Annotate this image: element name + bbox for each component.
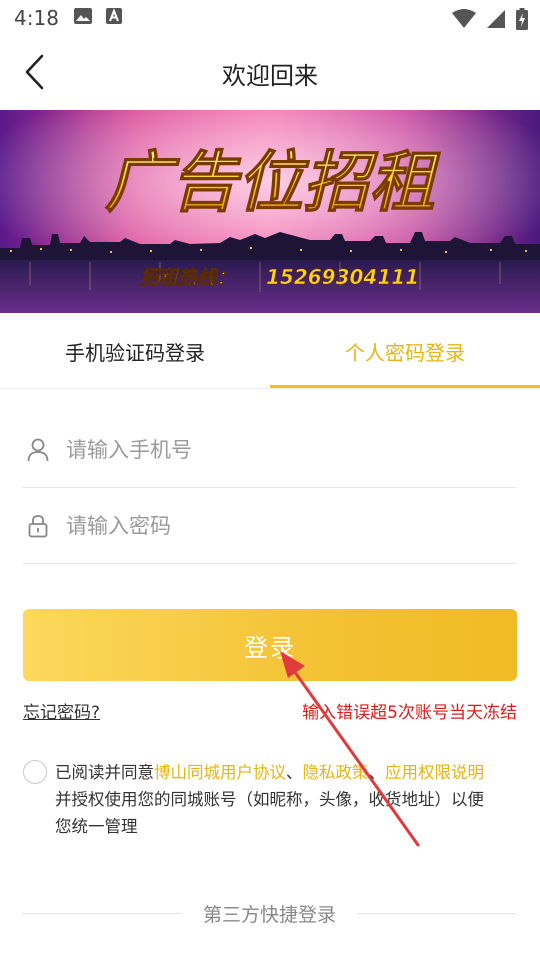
tab-sms-login[interactable]: 手机验证码登录 (0, 313, 270, 389)
lock-icon (24, 512, 52, 540)
phone-field (22, 412, 517, 488)
status-right (452, 8, 528, 34)
battery-charging-icon (516, 8, 528, 34)
agreement-text: 已阅读并同意博山同城用户协议、隐私政策、应用权限说明并授权使用您的同城账号（如昵… (55, 759, 495, 840)
wifi-icon (452, 9, 476, 33)
status-time: 4:18 (14, 6, 59, 30)
user-icon (24, 436, 52, 464)
banner-headline: 广告位招租 (105, 144, 441, 221)
text-a-icon (105, 7, 123, 29)
ad-banner[interactable]: 广告位招租 招租热线： 15269304111 (0, 110, 540, 313)
login-page: 4:18 欢迎回来 广告位招租 招租热线： 15269304111 手机验证码登… (0, 0, 540, 960)
active-tab-indicator (270, 385, 540, 388)
password-input[interactable] (66, 513, 517, 538)
banner-hotline-number: 15269304111 (266, 265, 419, 289)
agreement-checkbox[interactable] (23, 760, 47, 784)
image-icon (73, 7, 93, 29)
divider-line-right (357, 913, 517, 914)
login-button[interactable]: 登录 (23, 609, 517, 681)
phone-input[interactable] (66, 437, 517, 462)
page-title: 欢迎回来 (222, 62, 318, 90)
forgot-password-link[interactable]: 忘记密码? (23, 698, 100, 723)
password-field (22, 488, 517, 564)
status-bar: 4:18 (0, 0, 540, 36)
privacy-policy-link[interactable]: 隐私政策 (303, 763, 369, 782)
banner-hotline-label: 招租热线： (140, 267, 235, 289)
app-header: 欢迎回来 (0, 36, 540, 110)
third-party-divider: 第三方快捷登录 (22, 898, 517, 928)
agreement-prefix: 已阅读并同意 (55, 763, 154, 782)
permission-explanation-link[interactable]: 应用权限说明 (385, 763, 484, 782)
agreement-sep-2: 、 (368, 763, 386, 782)
freeze-warning-text: 输入错误超5次账号当天冻结 (302, 703, 517, 723)
user-agreement-link[interactable]: 博山同城用户协议 (154, 763, 286, 782)
signal-icon (486, 9, 506, 33)
agreement-sep-1: 、 (286, 763, 303, 782)
agreement-suffix: 并授权使用您的同城账号（如昵称，头像，收货地址）以便您统一管理 (55, 790, 484, 836)
banner-image: 广告位招租 招租热线： 15269304111 (0, 110, 540, 313)
login-tabs: 手机验证码登录 个人密码登录 (0, 313, 540, 389)
tab-password-login[interactable]: 个人密码登录 (270, 313, 540, 389)
